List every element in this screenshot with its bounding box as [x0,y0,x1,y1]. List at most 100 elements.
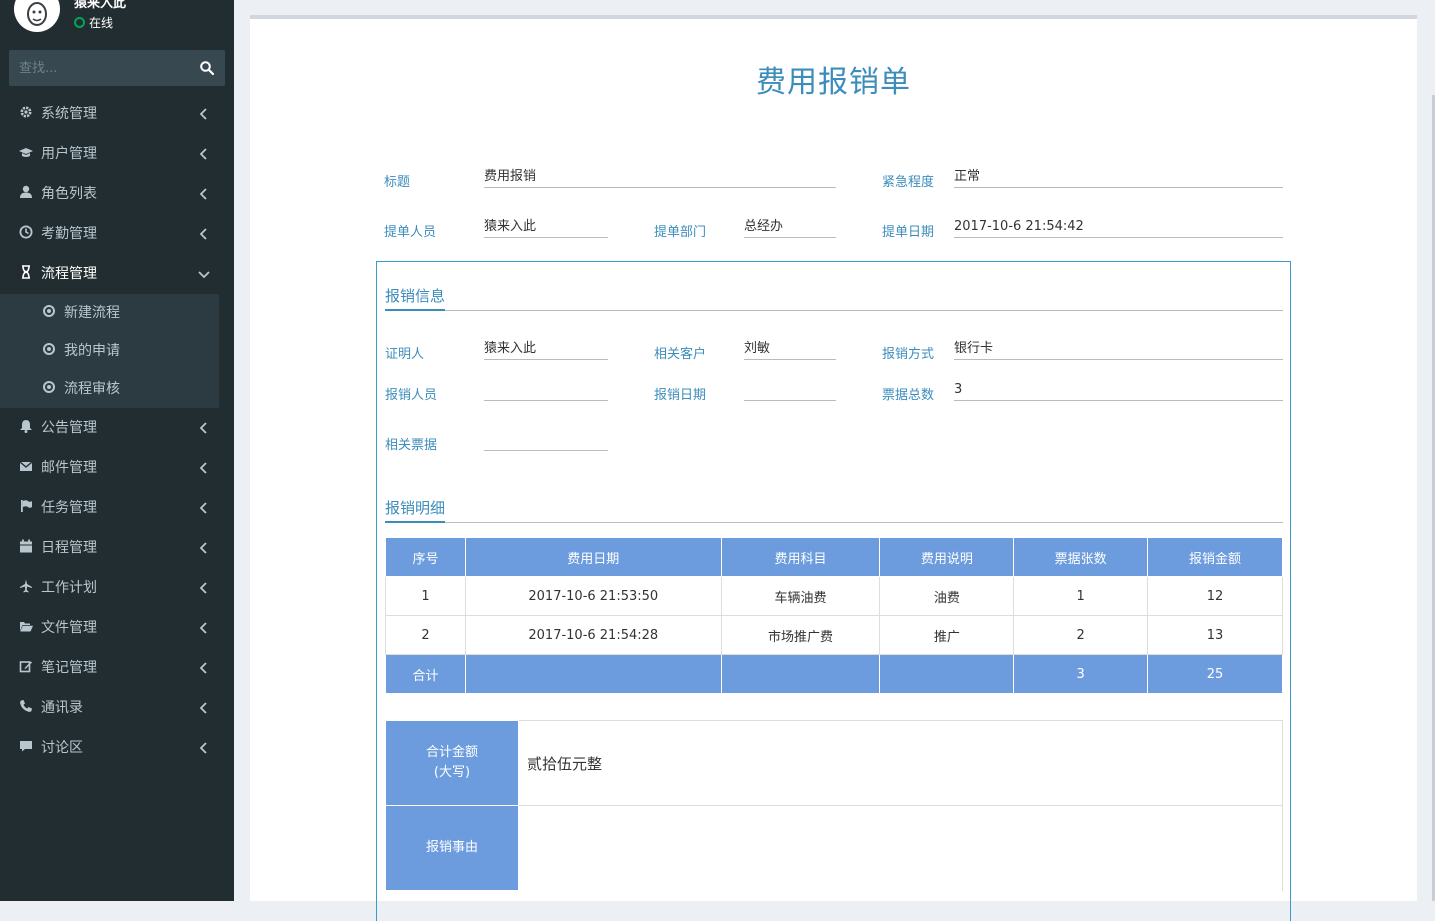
sidebar-item-users[interactable]: 用户管理 [0,134,234,174]
expense-form-card: 费用报销单 标题 费用报销 紧急程度 正常 提单人员 猿来入此 提单部门 总经办… [250,19,1417,921]
submit-date-field[interactable]: 2017-10-6 21:54:42 [954,216,1283,238]
urgency-label: 紧急程度 [882,175,935,190]
sidebar-item-label: 文件管理 [41,620,97,636]
sidebar-item-workflow[interactable]: 流程管理 [0,254,234,294]
sidebar-item-label: 公告管理 [41,420,97,436]
sidebar-item-work-plan[interactable]: 工作计划 [0,568,234,608]
submenu-item-my-applications[interactable]: 我的申请 [0,332,219,370]
column-header: 票据张数 [1013,538,1149,577]
title-field[interactable]: 费用报销 [484,166,836,188]
reason-value [518,805,1283,891]
search-input[interactable] [9,50,189,86]
witness-label: 证明人 [385,347,425,362]
comment-icon [20,741,32,752]
sidebar-item-roles[interactable]: 角色列表 [0,174,234,214]
submenu-item-workflow-review[interactable]: 流程审核 [0,370,219,408]
related-receipts-label: 相关票据 [385,438,438,453]
bell-icon [20,420,32,433]
user-status: 在线 [74,14,113,31]
search-button[interactable] [189,50,225,86]
circle-dot-icon [43,381,55,393]
reimbursement-info-header: 报销信息 [385,286,1283,311]
reimburse-date-field[interactable] [744,379,836,401]
table-header-row: 序号 费用日期 费用科目 费用说明 票据张数 报销金额 [385,538,1283,577]
table-row: 2 2017-10-6 21:54:28 市场推广费 推广 2 13 [385,615,1283,655]
chevron-left-icon [199,228,207,240]
urgency-field[interactable]: 正常 [954,166,1283,188]
sidebar-item-notices[interactable]: 公告管理 [0,408,234,448]
reimburser-label: 报销人员 [385,388,438,403]
hourglass-icon [22,265,30,279]
table-cell: 2 [385,615,466,655]
table-cell: 12 [1147,576,1283,616]
customer-label: 相关客户 [654,347,707,362]
reimbursement-detail-table: 序号 费用日期 费用科目 费用说明 票据张数 报销金额 1 2017-10-6 … [385,538,1283,694]
chevron-left-icon [199,742,207,754]
submenu-item-new-workflow[interactable]: 新建流程 [0,294,219,332]
table-cell [464,654,722,694]
table-row: 1 2017-10-6 21:53:50 车辆油费 油费 1 12 [385,576,1283,616]
submenu-item-label: 我的申请 [64,343,120,359]
table-cell: 13 [1147,615,1283,655]
reimbursement-detail-box: 报销信息 证明人 猿来入此 相关客户 刘敏 报销方式 银行卡 报销人员 报销日期… [376,261,1291,921]
sidebar-item-forum[interactable]: 讨论区 [0,728,234,768]
table-total-row: 合计 3 25 [385,654,1283,694]
table-cell: 2017-10-6 21:53:50 [464,576,722,616]
avatar[interactable] [14,0,60,32]
sidebar-item-system[interactable]: 系统管理 [0,94,234,134]
sidebar-item-label: 角色列表 [41,186,97,202]
payment-method-field[interactable]: 银行卡 [954,338,1283,360]
sidebar-item-mail[interactable]: 邮件管理 [0,448,234,488]
sidebar-item-label: 任务管理 [41,500,97,516]
sidebar-item-label: 讨论区 [41,740,83,756]
sidebar-item-label: 用户管理 [41,146,97,162]
reimbursement-info-title: 报销信息 [385,286,446,311]
related-receipts-field[interactable] [484,429,608,451]
reimburser-field[interactable] [484,379,608,401]
table-row: 合计金额 (大写) 贰拾伍元整 [385,720,1283,806]
sidebar-item-label: 日程管理 [41,540,97,556]
sidebar-item-tasks[interactable]: 任务管理 [0,488,234,528]
sidebar-item-files[interactable]: 文件管理 [0,608,234,648]
calendar-icon [20,539,32,553]
column-header: 序号 [385,538,466,577]
column-header: 费用日期 [464,538,722,577]
gear-icon [20,106,32,118]
chevron-left-icon [199,462,207,474]
sidebar-search [9,50,225,86]
envelope-icon [19,461,33,471]
applicant-field[interactable]: 猿来入此 [484,216,608,238]
plane-icon [20,579,32,593]
department-field[interactable]: 总经办 [744,216,836,238]
chevron-down-icon [198,271,210,279]
reimbursement-detail-title: 报销明细 [385,498,446,523]
payment-method-label: 报销方式 [882,347,935,362]
table-cell: 车辆油费 [720,576,881,616]
sidebar-item-schedule[interactable]: 日程管理 [0,528,234,568]
chevron-left-icon [199,188,207,200]
table-cell: 市场推广费 [720,615,881,655]
submenu-item-label: 新建流程 [64,305,120,321]
table-cell: 2 [1013,615,1149,655]
table-cell [720,654,881,694]
sidebar-item-attendance[interactable]: 考勤管理 [0,214,234,254]
sidebar-item-label: 邮件管理 [41,460,97,476]
chevron-left-icon [199,542,207,554]
table-cell [879,654,1015,694]
reimburse-date-label: 报销日期 [654,388,707,403]
table-cell: 推广 [879,615,1015,655]
table-cell: 油费 [879,576,1015,616]
user-icon [20,185,32,198]
sidebar-item-label: 笔记管理 [41,660,97,676]
customer-field[interactable]: 刘敏 [744,338,836,360]
witness-field[interactable]: 猿来入此 [484,338,608,360]
sidebar-item-label: 系统管理 [41,106,97,122]
sidebar-item-notes[interactable]: 笔记管理 [0,648,234,688]
submenu-item-label: 流程审核 [64,381,120,397]
sidebar-item-label: 通讯录 [41,700,83,716]
workflow-submenu: 新建流程 我的申请 流程审核 [0,294,219,408]
sidebar-item-contacts[interactable]: 通讯录 [0,688,234,728]
receipt-total-field[interactable]: 3 [954,379,1283,401]
column-header: 报销金额 [1147,538,1283,577]
total-amount-cell: 25 [1147,654,1283,694]
